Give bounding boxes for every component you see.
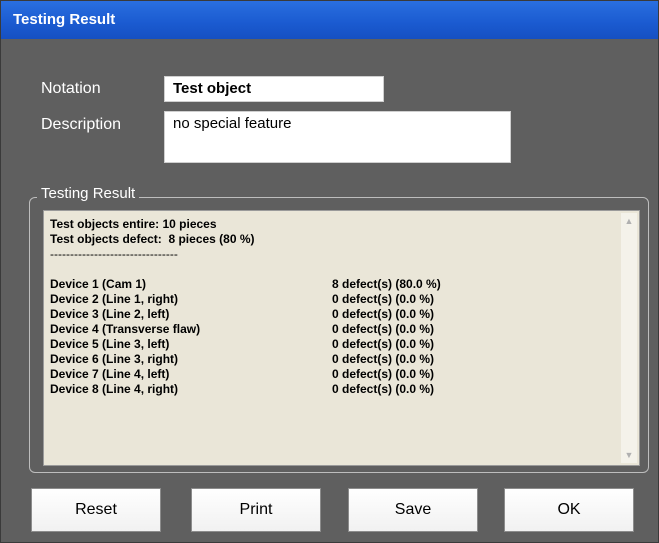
device-defects: 0 defect(s) (0.0 %)	[332, 337, 435, 351]
device-name: Device 6 (Line 3, right)	[50, 352, 179, 366]
scroll-up-arrow-icon[interactable]: ▲	[621, 213, 637, 229]
device-name: Device 7 (Line 4, left)	[50, 367, 170, 381]
window-title: Testing Result	[1, 1, 658, 39]
device-defects: 0 defect(s) (0.0 %)	[332, 382, 435, 396]
device-name: Device 8 (Line 4, right)	[50, 382, 179, 396]
device-defects: 8 defect(s) (80.0 %)	[332, 277, 441, 291]
device-row: Device 4 (Transverse flaw) 0 defect(s) (…	[50, 322, 615, 337]
device-row: Device 6 (Line 3, right) 0 defect(s) (0.…	[50, 352, 615, 367]
device-defects: 0 defect(s) (0.0 %)	[332, 367, 435, 381]
device-name: Device 5 (Line 3, left)	[50, 337, 170, 351]
result-separator: --------------------------------	[50, 247, 178, 261]
device-name: Device 4 (Transverse flaw)	[50, 322, 201, 336]
summary-total: Test objects entire: 10 pieces	[50, 217, 217, 231]
result-content: Test objects entire: 10 pieces Test obje…	[50, 217, 615, 397]
ok-button[interactable]: OK	[504, 488, 634, 532]
summary-defect: Test objects defect: 8 pieces (80 %)	[50, 232, 255, 246]
device-row: Device 8 (Line 4, right) 0 defect(s) (0.…	[50, 382, 615, 397]
device-row: Device 2 (Line 1, right) 0 defect(s) (0.…	[50, 292, 615, 307]
print-button[interactable]: Print	[191, 488, 321, 532]
device-row: Device 5 (Line 3, left) 0 defect(s) (0.0…	[50, 337, 615, 352]
device-name: Device 3 (Line 2, left)	[50, 307, 170, 321]
device-defects: 0 defect(s) (0.0 %)	[332, 307, 435, 321]
device-defects: 0 defect(s) (0.0 %)	[332, 352, 435, 366]
description-label: Description	[41, 116, 122, 133]
device-row: Device 1 (Cam 1) 8 defect(s) (80.0 %)	[50, 277, 615, 292]
testing-result-group-title: Testing Result	[37, 185, 140, 202]
testing-result-window: Testing Result Notation Test object Desc…	[0, 0, 659, 543]
device-name: Device 2 (Line 1, right)	[50, 292, 179, 306]
vertical-scrollbar[interactable]: ▲ ▼	[621, 213, 637, 463]
result-text-area[interactable]: Test objects entire: 10 pieces Test obje…	[43, 210, 640, 466]
device-defects: 0 defect(s) (0.0 %)	[332, 322, 435, 336]
device-defects: 0 defect(s) (0.0 %)	[332, 292, 435, 306]
description-field[interactable]: no special feature	[164, 111, 511, 163]
device-name: Device 1 (Cam 1)	[50, 277, 147, 291]
device-row: Device 7 (Line 4, left) 0 defect(s) (0.0…	[50, 367, 615, 382]
notation-label: Notation	[41, 80, 101, 97]
notation-field[interactable]: Test object	[164, 76, 384, 102]
reset-button[interactable]: Reset	[31, 488, 161, 532]
device-row: Device 3 (Line 2, left) 0 defect(s) (0.0…	[50, 307, 615, 322]
save-button[interactable]: Save	[348, 488, 478, 532]
scroll-down-arrow-icon[interactable]: ▼	[621, 447, 637, 463]
